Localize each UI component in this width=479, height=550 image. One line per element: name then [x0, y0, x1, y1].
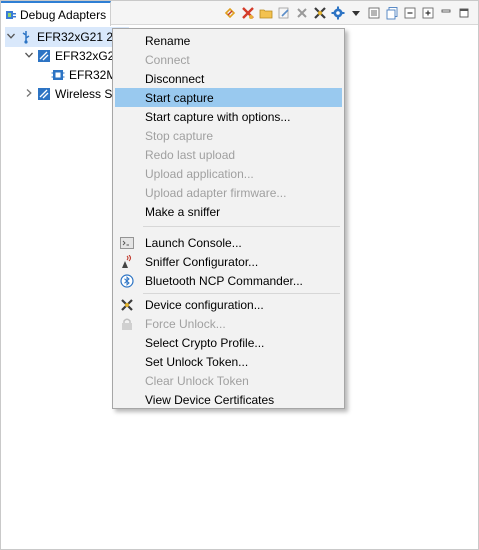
chevron-down-icon[interactable]	[5, 31, 17, 44]
menu-item-bluetooth-ncp-commander[interactable]: Bluetooth NCP Commander...	[115, 271, 342, 290]
refresh-icon[interactable]	[222, 5, 238, 21]
tab-label: Debug Adapters	[20, 7, 107, 22]
adapter-context-menu: Rename Connect Disconnect Start capture …	[112, 28, 345, 409]
menu-item-force-unlock[interactable]: Force Unlock...	[115, 314, 342, 333]
bluetooth-icon	[119, 273, 135, 289]
open-folder-icon[interactable]	[258, 5, 274, 21]
tree-item-label: EFR32M	[69, 68, 117, 82]
tab-debug-adapters[interactable]: Debug Adapters	[1, 1, 111, 26]
menu-item-select-crypto-profile[interactable]: Select Crypto Profile...	[115, 333, 342, 352]
menu-separator	[143, 293, 340, 294]
tree-item-efr32xg21-board[interactable]: EFR32xG21	[23, 46, 121, 66]
lock-icon	[119, 316, 135, 332]
menu-item-set-unlock-token[interactable]: Set Unlock Token...	[115, 352, 342, 371]
console-icon	[119, 235, 135, 251]
collapse-all-icon[interactable]	[402, 5, 418, 21]
tree-item-efr32xg21-adapter[interactable]: EFR32xG21 2.4	[5, 27, 130, 47]
menu-separator	[143, 226, 340, 227]
device-config-icon[interactable]	[312, 5, 328, 21]
tree-item-label: EFR32xG21 2.4	[37, 30, 124, 44]
chevron-right-icon[interactable]	[23, 88, 35, 101]
menu-item-start-capture[interactable]: Start capture	[115, 88, 342, 107]
tree-item-wireless-starter[interactable]: Wireless St	[23, 84, 116, 104]
menu-item-disconnect[interactable]: Disconnect	[115, 69, 342, 88]
expand-all-icon[interactable]	[420, 5, 436, 21]
board-icon	[37, 87, 51, 101]
menu-item-clear-unlock-token[interactable]: Clear Unlock Token	[115, 371, 342, 390]
maximize-icon[interactable]	[456, 5, 472, 21]
usb-adapter-icon	[19, 30, 33, 44]
menu-item-view-device-certificates[interactable]: View Device Certificates	[115, 390, 342, 409]
board-icon	[37, 49, 51, 63]
menu-item-rename[interactable]: Rename	[115, 31, 342, 50]
menu-item-device-configuration[interactable]: Device configuration...	[115, 295, 342, 314]
copy-icon[interactable]	[384, 5, 400, 21]
dropdown-icon[interactable]	[348, 5, 364, 21]
minimize-icon[interactable]	[438, 5, 454, 21]
settings-icon[interactable]	[330, 5, 346, 21]
menu-item-upload-application[interactable]: Upload application...	[115, 164, 342, 183]
sniffer-icon	[119, 254, 135, 270]
view-toolbar	[222, 4, 472, 22]
chevron-down-icon[interactable]	[23, 50, 35, 63]
debug-adapters-icon	[5, 9, 17, 21]
disconnect-all-icon[interactable]	[240, 5, 256, 21]
menu-item-connect[interactable]: Connect	[115, 50, 342, 69]
list-view-icon[interactable]	[366, 5, 382, 21]
menu-item-upload-adapter-firmware[interactable]: Upload adapter firmware...	[115, 183, 342, 202]
menu-item-sniffer-configurator[interactable]: Sniffer Configurator...	[115, 252, 342, 271]
tree-item-label: Wireless St	[55, 87, 116, 101]
menu-item-make-a-sniffer[interactable]: Make a sniffer	[115, 202, 342, 221]
remove-icon[interactable]	[294, 5, 310, 21]
menu-item-start-capture-with-options[interactable]: Start capture with options...	[115, 107, 342, 126]
menu-item-launch-console[interactable]: Launch Console...	[115, 233, 342, 252]
chip-icon	[51, 68, 65, 82]
edit-icon[interactable]	[276, 5, 292, 21]
view-tab-bar: Debug Adapters	[1, 1, 478, 26]
tree-item-efr32m-device[interactable]: EFR32M	[51, 65, 116, 85]
menu-item-stop-capture[interactable]: Stop capture	[115, 126, 342, 145]
menu-item-redo-last-upload[interactable]: Redo last upload	[115, 145, 342, 164]
device-config-icon	[119, 297, 135, 313]
